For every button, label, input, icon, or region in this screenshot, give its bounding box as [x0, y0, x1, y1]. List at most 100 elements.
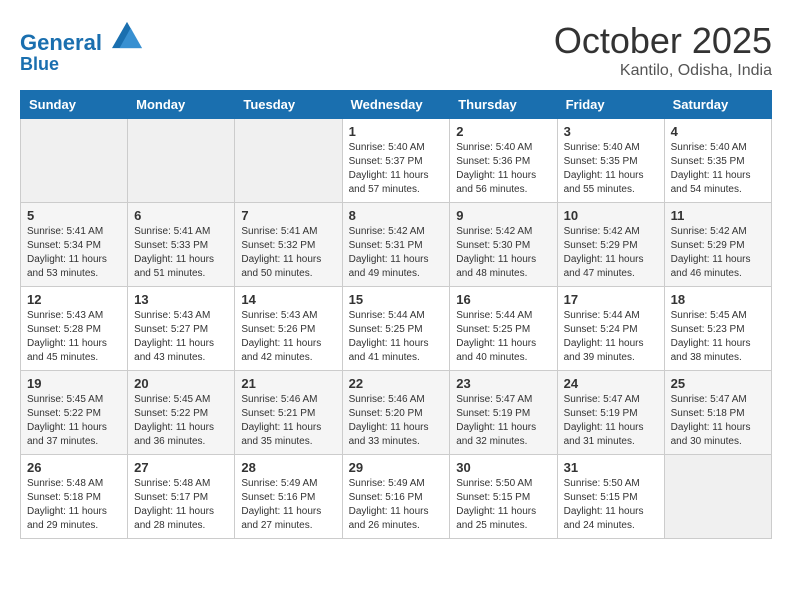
sunset-label: Sunset: 5:18 PM [671, 408, 745, 419]
cell-content: Sunrise: 5:45 AM Sunset: 5:22 PM Dayligh… [134, 393, 228, 449]
page-header: General Blue October 2025 Kantilo, Odish… [20, 20, 772, 80]
sunrise-label: Sunrise: 5:40 AM [671, 142, 747, 153]
calendar-cell [235, 119, 342, 203]
sunset-label: Sunset: 5:17 PM [134, 492, 208, 503]
daylight-label: Daylight: 11 hours and 25 minutes. [456, 506, 536, 531]
sunrise-label: Sunrise: 5:45 AM [27, 394, 103, 405]
daylight-label: Daylight: 11 hours and 45 minutes. [27, 338, 107, 363]
sunrise-label: Sunrise: 5:45 AM [134, 394, 210, 405]
cell-content: Sunrise: 5:46 AM Sunset: 5:20 PM Dayligh… [349, 393, 444, 449]
day-number: 6 [134, 208, 228, 223]
day-number: 14 [241, 292, 335, 307]
cell-content: Sunrise: 5:40 AM Sunset: 5:36 PM Dayligh… [456, 141, 550, 197]
day-number: 4 [671, 124, 765, 139]
sunset-label: Sunset: 5:26 PM [241, 324, 315, 335]
sunset-label: Sunset: 5:29 PM [671, 240, 745, 251]
sunrise-label: Sunrise: 5:48 AM [134, 478, 210, 489]
daylight-label: Daylight: 11 hours and 56 minutes. [456, 170, 536, 195]
sunrise-label: Sunrise: 5:41 AM [27, 226, 103, 237]
sunset-label: Sunset: 5:15 PM [456, 492, 530, 503]
title-block: October 2025 Kantilo, Odisha, India [554, 20, 772, 80]
cell-content: Sunrise: 5:47 AM Sunset: 5:18 PM Dayligh… [671, 393, 765, 449]
daylight-label: Daylight: 11 hours and 31 minutes. [564, 422, 644, 447]
daylight-label: Daylight: 11 hours and 39 minutes. [564, 338, 644, 363]
calendar-cell: 29 Sunrise: 5:49 AM Sunset: 5:16 PM Dayl… [342, 455, 450, 539]
calendar-week-row: 26 Sunrise: 5:48 AM Sunset: 5:18 PM Dayl… [21, 455, 772, 539]
calendar-cell: 28 Sunrise: 5:49 AM Sunset: 5:16 PM Dayl… [235, 455, 342, 539]
daylight-label: Daylight: 11 hours and 50 minutes. [241, 254, 321, 279]
sunrise-label: Sunrise: 5:50 AM [456, 478, 532, 489]
sunset-label: Sunset: 5:37 PM [349, 156, 423, 167]
calendar-cell: 11 Sunrise: 5:42 AM Sunset: 5:29 PM Dayl… [664, 203, 771, 287]
day-number: 16 [456, 292, 550, 307]
cell-content: Sunrise: 5:48 AM Sunset: 5:18 PM Dayligh… [27, 477, 121, 533]
sunset-label: Sunset: 5:27 PM [134, 324, 208, 335]
sunset-label: Sunset: 5:30 PM [456, 240, 530, 251]
day-number: 1 [349, 124, 444, 139]
day-number: 21 [241, 376, 335, 391]
calendar-week-row: 12 Sunrise: 5:43 AM Sunset: 5:28 PM Dayl… [21, 287, 772, 371]
calendar-cell: 9 Sunrise: 5:42 AM Sunset: 5:30 PM Dayli… [450, 203, 557, 287]
sunrise-label: Sunrise: 5:46 AM [349, 394, 425, 405]
cell-content: Sunrise: 5:46 AM Sunset: 5:21 PM Dayligh… [241, 393, 335, 449]
day-number: 23 [456, 376, 550, 391]
sunset-label: Sunset: 5:16 PM [241, 492, 315, 503]
day-number: 25 [671, 376, 765, 391]
sunrise-label: Sunrise: 5:47 AM [564, 394, 640, 405]
daylight-label: Daylight: 11 hours and 32 minutes. [456, 422, 536, 447]
calendar-cell: 26 Sunrise: 5:48 AM Sunset: 5:18 PM Dayl… [21, 455, 128, 539]
sunset-label: Sunset: 5:18 PM [27, 492, 101, 503]
sunrise-label: Sunrise: 5:41 AM [241, 226, 317, 237]
calendar-cell [128, 119, 235, 203]
sunset-label: Sunset: 5:33 PM [134, 240, 208, 251]
daylight-label: Daylight: 11 hours and 46 minutes. [671, 254, 751, 279]
sunrise-label: Sunrise: 5:44 AM [564, 310, 640, 321]
sunrise-label: Sunrise: 5:40 AM [456, 142, 532, 153]
sunrise-label: Sunrise: 5:45 AM [671, 310, 747, 321]
day-number: 7 [241, 208, 335, 223]
cell-content: Sunrise: 5:43 AM Sunset: 5:28 PM Dayligh… [27, 309, 121, 365]
calendar-cell: 21 Sunrise: 5:46 AM Sunset: 5:21 PM Dayl… [235, 371, 342, 455]
calendar-cell: 1 Sunrise: 5:40 AM Sunset: 5:37 PM Dayli… [342, 119, 450, 203]
cell-content: Sunrise: 5:49 AM Sunset: 5:16 PM Dayligh… [349, 477, 444, 533]
calendar-cell: 22 Sunrise: 5:46 AM Sunset: 5:20 PM Dayl… [342, 371, 450, 455]
calendar-cell: 3 Sunrise: 5:40 AM Sunset: 5:35 PM Dayli… [557, 119, 664, 203]
calendar-cell: 19 Sunrise: 5:45 AM Sunset: 5:22 PM Dayl… [21, 371, 128, 455]
cell-content: Sunrise: 5:41 AM Sunset: 5:32 PM Dayligh… [241, 225, 335, 281]
day-number: 24 [564, 376, 658, 391]
daylight-label: Daylight: 11 hours and 54 minutes. [671, 170, 751, 195]
calendar-cell: 30 Sunrise: 5:50 AM Sunset: 5:15 PM Dayl… [450, 455, 557, 539]
calendar-cell: 20 Sunrise: 5:45 AM Sunset: 5:22 PM Dayl… [128, 371, 235, 455]
daylight-label: Daylight: 11 hours and 43 minutes. [134, 338, 214, 363]
calendar-cell: 14 Sunrise: 5:43 AM Sunset: 5:26 PM Dayl… [235, 287, 342, 371]
sunrise-label: Sunrise: 5:40 AM [349, 142, 425, 153]
daylight-label: Daylight: 11 hours and 30 minutes. [671, 422, 751, 447]
weekday-header: Thursday [450, 91, 557, 119]
day-number: 30 [456, 460, 550, 475]
cell-content: Sunrise: 5:50 AM Sunset: 5:15 PM Dayligh… [564, 477, 658, 533]
month-title: October 2025 [554, 20, 772, 62]
daylight-label: Daylight: 11 hours and 57 minutes. [349, 170, 429, 195]
daylight-label: Daylight: 11 hours and 53 minutes. [27, 254, 107, 279]
daylight-label: Daylight: 11 hours and 28 minutes. [134, 506, 214, 531]
cell-content: Sunrise: 5:49 AM Sunset: 5:16 PM Dayligh… [241, 477, 335, 533]
daylight-label: Daylight: 11 hours and 47 minutes. [564, 254, 644, 279]
sunset-label: Sunset: 5:19 PM [564, 408, 638, 419]
calendar-cell: 31 Sunrise: 5:50 AM Sunset: 5:15 PM Dayl… [557, 455, 664, 539]
sunset-label: Sunset: 5:25 PM [349, 324, 423, 335]
sunrise-label: Sunrise: 5:42 AM [349, 226, 425, 237]
cell-content: Sunrise: 5:45 AM Sunset: 5:22 PM Dayligh… [27, 393, 121, 449]
day-number: 2 [456, 124, 550, 139]
cell-content: Sunrise: 5:43 AM Sunset: 5:27 PM Dayligh… [134, 309, 228, 365]
sunrise-label: Sunrise: 5:44 AM [456, 310, 532, 321]
calendar-cell: 16 Sunrise: 5:44 AM Sunset: 5:25 PM Dayl… [450, 287, 557, 371]
day-number: 3 [564, 124, 658, 139]
daylight-label: Daylight: 11 hours and 26 minutes. [349, 506, 429, 531]
day-number: 12 [27, 292, 121, 307]
sunrise-label: Sunrise: 5:49 AM [241, 478, 317, 489]
sunset-label: Sunset: 5:34 PM [27, 240, 101, 251]
sunset-label: Sunset: 5:35 PM [671, 156, 745, 167]
location: Kantilo, Odisha, India [554, 62, 772, 80]
weekday-header: Sunday [21, 91, 128, 119]
day-number: 17 [564, 292, 658, 307]
